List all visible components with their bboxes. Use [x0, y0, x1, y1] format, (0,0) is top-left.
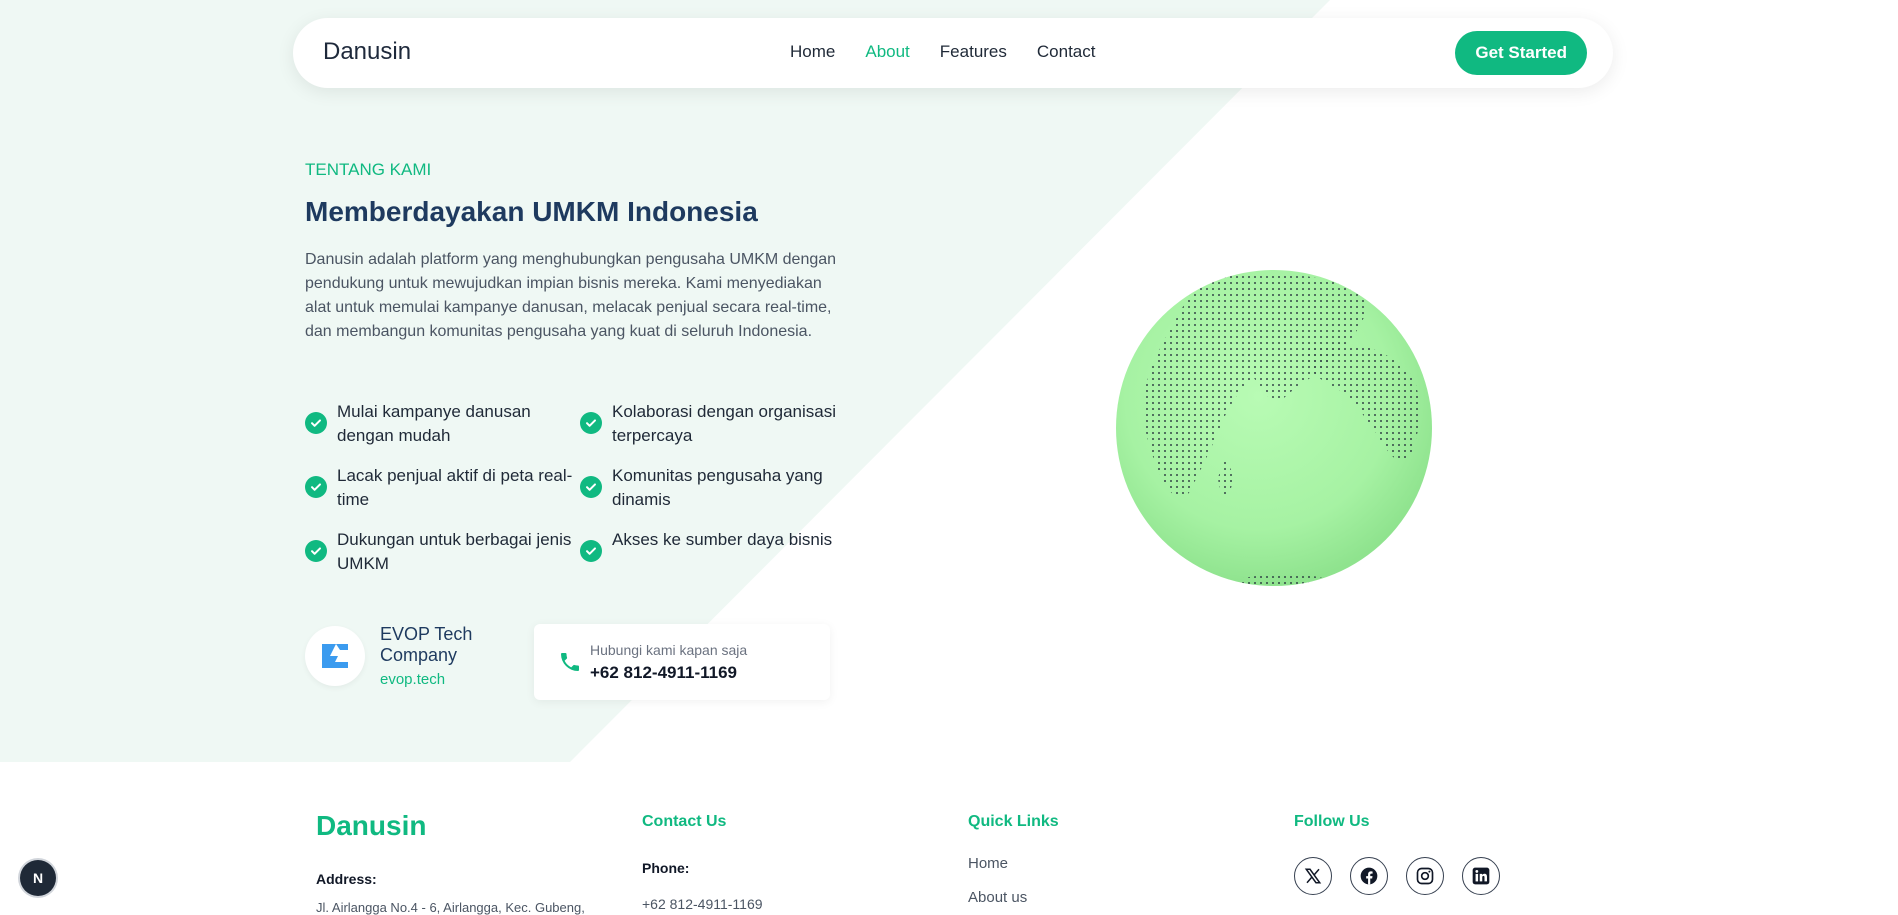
footer-phone[interactable]: +62 812-4911-1169 [642, 896, 763, 912]
check-icon [305, 476, 327, 498]
nav-item-home[interactable]: Home [790, 42, 835, 62]
feature-text: Komunitas pengusaha yang dinamis [612, 466, 823, 509]
contact-phone: +62 812-4911-1169 [590, 663, 738, 682]
linkedin-social-button[interactable] [1462, 857, 1500, 895]
nav-item-contact[interactable]: Contact [1037, 42, 1096, 62]
footer-address-label: Address: [316, 871, 377, 887]
check-icon [580, 476, 602, 498]
facebook-social-button[interactable] [1350, 857, 1388, 895]
dev-indicator-badge[interactable]: N [20, 860, 56, 896]
evop-logo-icon [322, 644, 348, 668]
section-eyebrow: TENTANG KAMI [305, 160, 432, 179]
instagram-social-button[interactable] [1406, 857, 1444, 895]
feature-text: Mulai kampanye danusan dengan mudah [337, 402, 531, 445]
nav-item-about[interactable]: About [865, 42, 909, 62]
footer-follow-heading: Follow Us [1294, 813, 1370, 830]
nav-item-features[interactable]: Features [940, 42, 1007, 62]
feature-text: Akses ke sumber daya bisnis [612, 530, 833, 549]
feature-item: Lacak penjual aktif di peta real-time [305, 464, 580, 512]
get-started-button[interactable]: Get Started [1455, 31, 1587, 75]
footer-contact-heading: Contact Us [642, 813, 727, 830]
facebook-icon [1360, 867, 1378, 885]
x-icon [1304, 868, 1322, 884]
check-icon [305, 540, 327, 562]
company-name: EVOP Tech Company [380, 624, 473, 665]
contact-card[interactable]: Hubungi kami kapan saja +62 812-4911-116… [534, 624, 830, 700]
feature-item: Mulai kampanye danusan dengan mudah [305, 400, 580, 448]
section-description: Danusin adalah platform yang menghubungk… [305, 251, 837, 340]
feature-item: Dukungan untuk berbagai jenis UMKM [305, 528, 580, 576]
hero-background [0, 0, 1330, 762]
phone-icon [561, 653, 579, 671]
footer-links-heading: Quick Links [968, 813, 1059, 830]
x-social-button[interactable] [1294, 857, 1332, 895]
check-icon [305, 412, 327, 434]
check-icon [580, 412, 602, 434]
globe-illustration [1116, 270, 1432, 586]
company-logo[interactable] [305, 626, 365, 686]
feature-item: Komunitas pengusaha yang dinamis [580, 464, 845, 512]
feature-text: Dukungan untuk berbagai jenis UMKM [337, 530, 572, 573]
instagram-icon [1416, 867, 1434, 885]
linkedin-icon [1472, 867, 1490, 885]
footer-address: Jl. Airlangga No.4 - 6, Airlangga, Kec. … [316, 900, 585, 915]
contact-label: Hubungi kami kapan saja [590, 642, 748, 658]
footer-phone-label: Phone: [642, 860, 690, 876]
navbar: Danusin Home About Features Contact Get … [293, 18, 1613, 88]
company-link[interactable]: evop.tech [380, 671, 445, 688]
nav-menu: Home About Features Contact [790, 42, 1095, 62]
feature-item: Kolaborasi dengan organisasi terpercaya [580, 400, 845, 448]
feature-text: Lacak penjual aktif di peta real-time [337, 466, 573, 509]
feature-list: Mulai kampanye danusan dengan mudah Kola… [305, 400, 845, 576]
feature-text: Kolaborasi dengan organisasi terpercaya [612, 402, 836, 445]
brand-logo[interactable]: Danusin [323, 38, 411, 66]
footer-brand: Danusin [316, 810, 427, 841]
check-icon [580, 540, 602, 562]
footer-link-home[interactable]: Home [968, 855, 1008, 872]
footer-link-about[interactable]: About us [968, 889, 1027, 906]
feature-item: Akses ke sumber daya bisnis [580, 528, 845, 576]
section-title: Memberdayakan UMKM Indonesia [305, 196, 758, 227]
